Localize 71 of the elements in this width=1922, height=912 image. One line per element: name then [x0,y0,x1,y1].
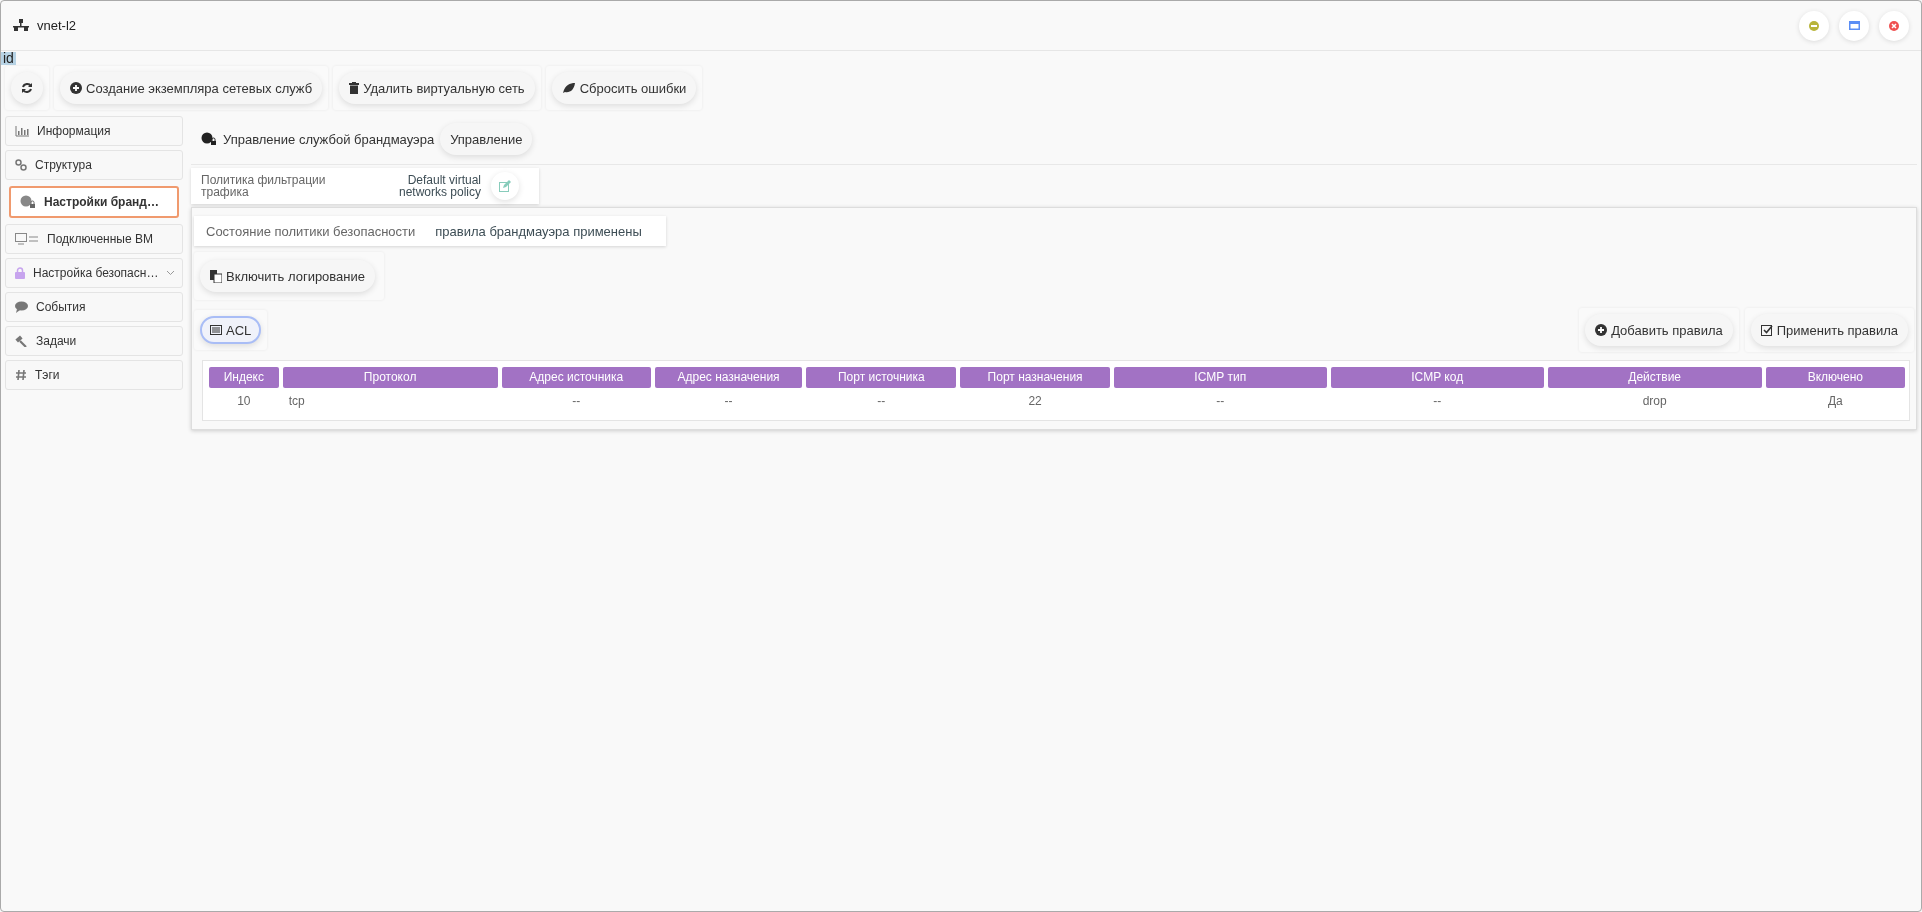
toolbar-button[interactable]: Создание экземпляра сетевых служб [60,72,323,104]
edit-icon [499,180,511,192]
plus-circle-icon [70,82,82,94]
table-cell-text: -- [571,393,582,410]
table-cell-text: -- [1215,393,1226,410]
column-header: Индекс [209,367,279,388]
id-label: id [1,52,16,65]
hash-icon [15,369,27,381]
chevron-down-icon [166,270,176,276]
column-header: Включено [1765,367,1905,388]
manage-button[interactable]: Управление [440,123,533,155]
field-label: Состояние политики безопасности [206,223,416,239]
toolbar-button[interactable]: Сбросить ошибки [551,72,697,104]
column-header: ICMP код [1330,367,1544,388]
plus-circle-icon [1595,324,1608,336]
section-title: Управление службой брандмауэра [223,131,435,147]
table-cell-text: Да [1826,393,1844,410]
monitor-icon [15,233,39,245]
column-header: ICMP тип [1113,367,1327,388]
action-button[interactable]: Применить правила [1750,314,1908,346]
column-header: Порт назначения [960,367,1110,388]
field-value: Default virtual networks policy [397,174,481,198]
column-header: Порт источника [806,367,957,388]
minimize-button[interactable] [1799,10,1829,41]
maximize-button[interactable] [1839,10,1869,41]
field-label: Политика фильтрации трафика [201,174,327,198]
sidebar-item[interactable]: Задачи [5,326,183,356]
table-cell-text: 22 [1027,393,1043,410]
globe-lock-icon [201,132,217,146]
column-header: Адрес источника [501,367,651,388]
clipboard-icon [210,269,222,283]
table-cell-text: tcp [287,393,306,410]
globe-lock-icon [20,195,36,209]
field-value: правила брандмауэра применены [435,223,642,239]
minimize-icon [1808,20,1820,31]
logging-button[interactable]: Включить логирование [200,260,375,292]
table-cell-text: -- [723,393,734,410]
toolbar-button[interactable]: Удалить виртуальную сеть [339,72,535,104]
sidebar-item[interactable]: Информация [5,116,183,146]
table-cell-text: 10 [236,393,252,410]
list-icon [210,325,222,335]
sidebar-item[interactable]: Тэги [5,360,183,390]
trash-icon [349,82,360,94]
window-title: vnet-l2 [37,18,77,33]
bar-chart-icon [15,125,29,137]
sidebar-item[interactable]: Структура [5,150,183,180]
acl-tab[interactable]: ACL [200,316,262,344]
column-header: Действие [1547,367,1762,388]
sidebar-item[interactable]: Настройка безопасн… [5,258,183,288]
speech-bubble-icon [15,301,28,313]
table-cell-text: -- [1432,393,1443,410]
close-icon [1888,20,1900,31]
table-cell-text: -- [876,393,887,410]
close-button[interactable] [1879,10,1909,41]
action-button[interactable]: Добавить правила [1585,314,1733,346]
edit-button[interactable] [491,172,519,200]
refresh-icon [21,82,33,94]
lock-icon [15,267,25,279]
sidebar-item[interactable]: Настройки бранд… [9,186,179,218]
sidebar-item[interactable]: Подключенные ВМ [5,224,183,254]
leaf-icon [561,82,576,94]
sidebar-item[interactable]: События [5,292,183,322]
table-cell-text: drop [1641,393,1668,410]
window-icon [1848,20,1860,31]
refresh-button[interactable] [11,72,43,104]
link-icon [15,159,27,171]
checkbox-icon [1760,324,1773,336]
column-header: Протокол [282,367,498,388]
column-header: Адрес назначения [654,367,803,388]
hammer-icon [15,335,28,347]
network-icon [13,18,29,33]
